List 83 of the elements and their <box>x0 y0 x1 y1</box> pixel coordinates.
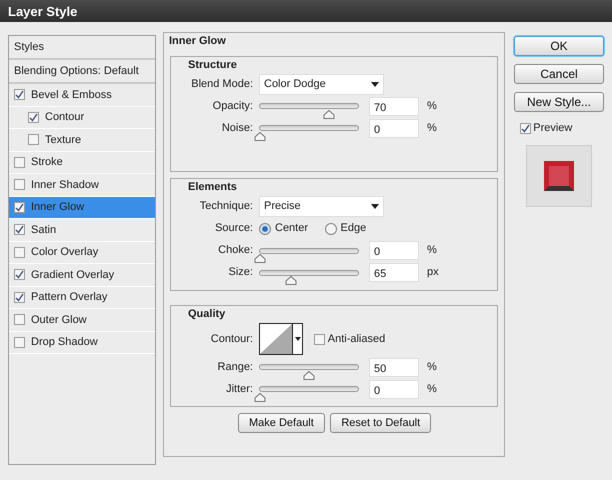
caret-icon <box>371 82 379 86</box>
checkbox[interactable] <box>14 269 25 280</box>
sidebar-item[interactable]: Satin <box>9 219 155 242</box>
field-label: Noise: <box>220 120 254 136</box>
caret-icon <box>371 204 379 209</box>
checkbox[interactable] <box>14 156 25 168</box>
dropdown[interactable]: Precise <box>259 196 384 217</box>
field-label: Technique: <box>198 199 254 214</box>
checkmark-icon <box>15 292 24 302</box>
field-label: Contour: <box>210 332 254 347</box>
contour-picker[interactable] <box>259 323 303 355</box>
sidebar-item-label: Drop Shadow <box>31 335 98 350</box>
sidebar-item-label: Contour <box>45 110 84 125</box>
checkmark-icon <box>15 270 24 280</box>
unit-label: % <box>427 382 437 397</box>
sidebar-item[interactable]: Outer Glow <box>9 309 155 332</box>
number-field[interactable]: 65 <box>369 263 419 282</box>
checkmark-icon <box>520 124 530 133</box>
radio-option[interactable]: Edge <box>324 220 366 237</box>
unit-label: % <box>427 98 437 114</box>
field-label: Jitter: <box>225 382 254 397</box>
checkmark-icon <box>15 90 24 100</box>
sidebar-item-label: Inner Shadow <box>31 178 99 192</box>
field-label: Range: <box>216 360 254 375</box>
field-label: Opacity: <box>212 98 254 114</box>
checkmark-icon <box>15 202 24 212</box>
sidebar-item-label: Texture <box>45 132 82 148</box>
checkbox[interactable] <box>14 202 25 213</box>
checkbox[interactable] <box>14 314 25 326</box>
window-title: Layer Style <box>8 4 78 19</box>
checkbox[interactable] <box>28 134 39 146</box>
checkbox[interactable] <box>14 246 25 258</box>
checkbox[interactable] <box>14 224 25 236</box>
field-label: Blend Mode: <box>190 76 254 92</box>
checkbox[interactable] <box>14 336 25 348</box>
checkmark-icon <box>29 112 38 122</box>
sidebar-item[interactable]: Gradient Overlay <box>9 264 155 286</box>
sidebar-item[interactable]: Bevel & Emboss <box>9 84 155 106</box>
unit-label: % <box>427 120 437 136</box>
number-field[interactable]: 70 <box>369 96 419 116</box>
dialog-button[interactable]: New Style... <box>514 92 604 112</box>
sidebar-item[interactable]: Drop Shadow <box>9 332 155 354</box>
checkbox[interactable] <box>14 292 25 303</box>
checkbox[interactable] <box>28 112 39 123</box>
sidebar-item-label: Satin <box>31 222 56 238</box>
checkbox[interactable] <box>14 179 25 190</box>
number-field[interactable]: 0 <box>369 380 419 398</box>
number-field[interactable]: 0 <box>369 241 419 260</box>
sidebar-item[interactable]: Color Overlay <box>9 242 155 264</box>
field-label: Source: <box>214 221 254 236</box>
dialog-button[interactable]: Cancel <box>514 64 604 84</box>
sidebar-item-label: Inner Glow <box>31 200 84 215</box>
unit-label: % <box>427 360 437 375</box>
field-label: Size: <box>228 265 254 280</box>
sidebar-item-label: Bevel & Emboss <box>31 88 112 102</box>
style-preview-thumbnail <box>544 160 574 190</box>
unit-label: px <box>427 265 439 280</box>
unit-label: % <box>427 243 437 258</box>
sidebar-item-label: Gradient Overlay <box>31 268 114 282</box>
number-field[interactable]: 50 <box>369 358 419 376</box>
sidebar-item-label: Color Overlay <box>31 245 98 260</box>
sidebar-item[interactable]: Texture <box>9 129 155 152</box>
checkbox[interactable] <box>14 89 25 100</box>
sidebar-item-label: Stroke <box>31 155 63 170</box>
checkmark-icon <box>15 225 24 234</box>
field-label: Choke: <box>217 243 254 258</box>
panel-button[interactable]: Make Default <box>238 412 325 433</box>
sidebar-item-label: Outer Glow <box>31 312 87 328</box>
dropdown[interactable]: Color Dodge <box>259 74 384 94</box>
sidebar-item-label: Pattern Overlay <box>31 290 108 305</box>
sidebar-item[interactable]: Stroke <box>9 152 155 174</box>
blending-options-item[interactable]: Blending Options: Default <box>9 60 155 84</box>
caret-icon <box>294 337 300 341</box>
preview-checkbox[interactable]: Preview <box>520 120 604 136</box>
radio-option[interactable]: Center <box>259 220 308 237</box>
dialog-button[interactable]: OK <box>514 36 604 56</box>
number-field[interactable]: 0 <box>369 118 419 138</box>
anti-aliased-checkbox[interactable]: Anti-aliased <box>314 330 386 348</box>
sidebar-item[interactable]: Pattern Overlay <box>9 286 155 309</box>
panel-button[interactable]: Reset to Default <box>330 412 432 433</box>
sidebar-item[interactable]: Inner Glow <box>9 196 155 219</box>
styles-header[interactable]: Styles <box>9 36 155 60</box>
sidebar-item[interactable]: Contour <box>9 106 155 129</box>
